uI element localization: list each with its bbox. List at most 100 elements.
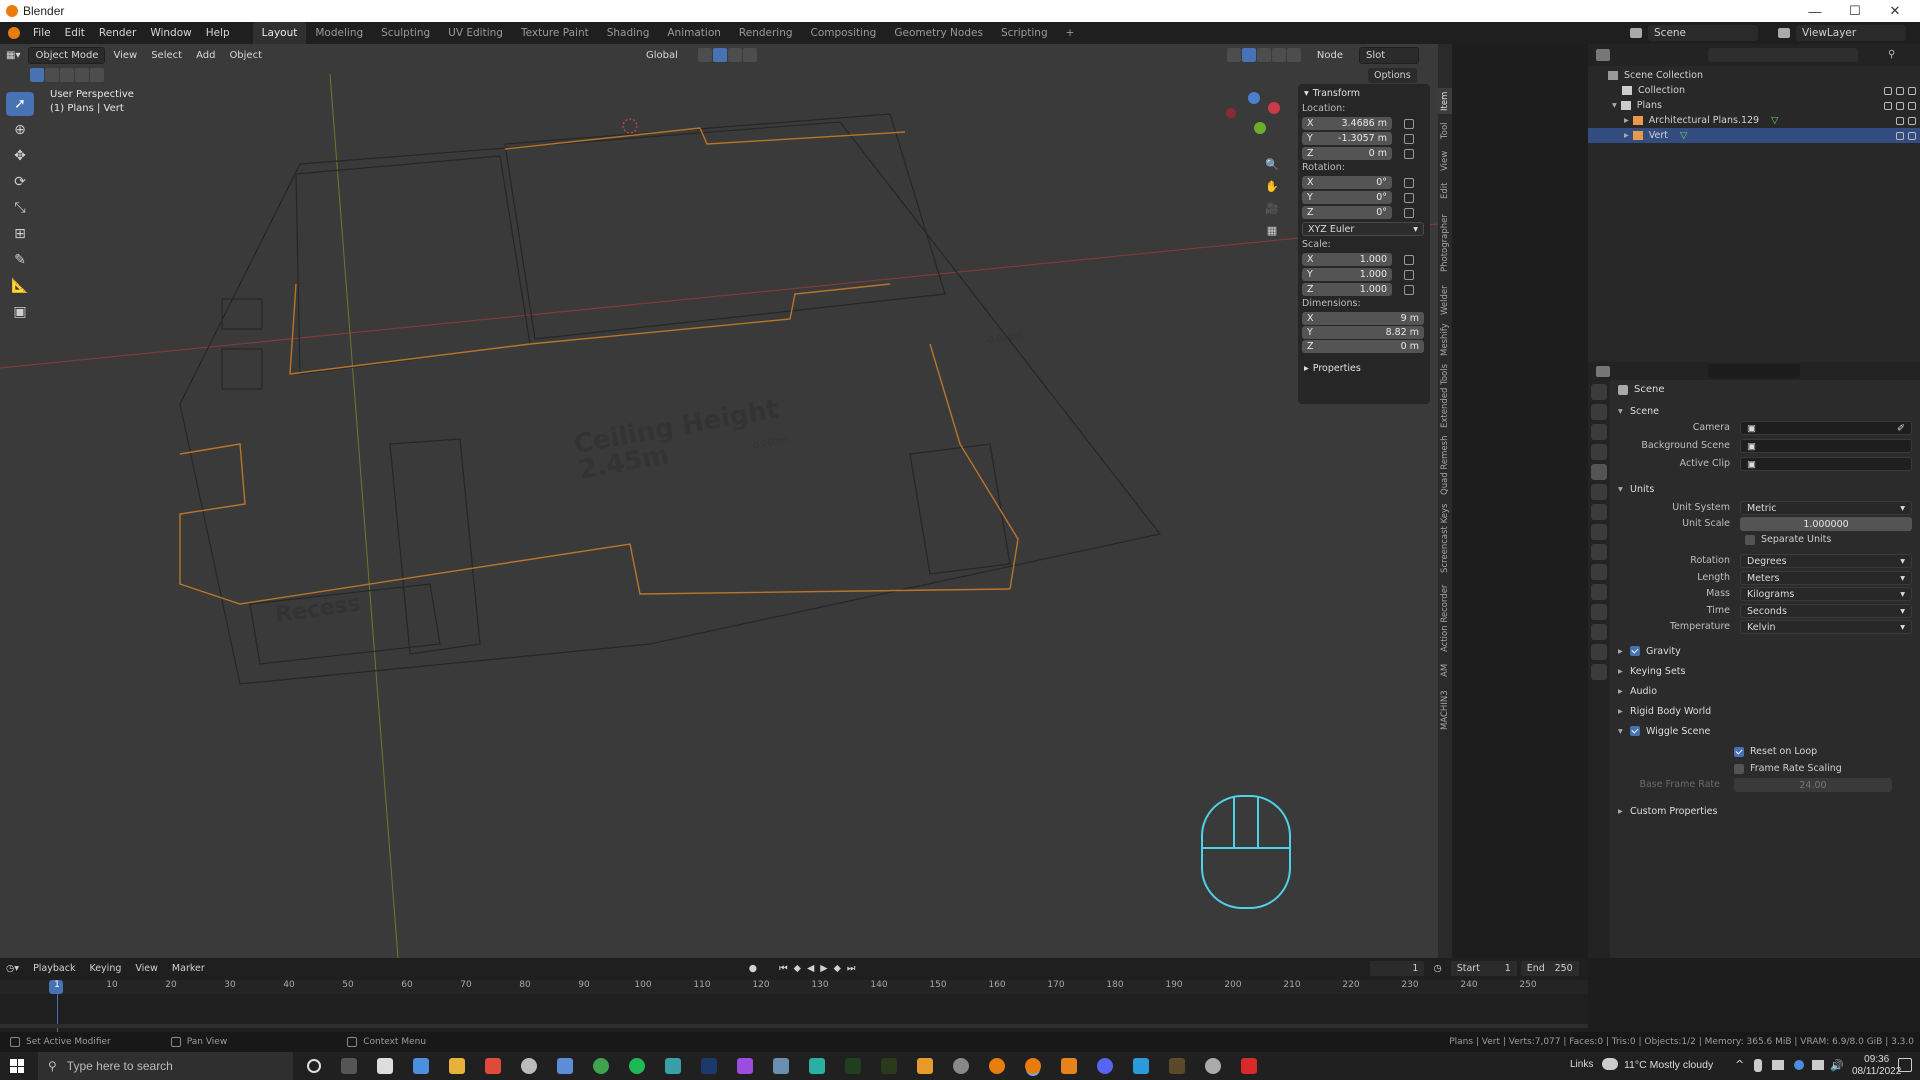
wiggle-scene-panel-header[interactable]: ▾ Wiggle Scene	[1618, 722, 1914, 740]
tab-extended-tools[interactable]: Extended Tools	[1438, 362, 1452, 430]
app-icon-hex[interactable]	[773, 1058, 789, 1074]
vlc-icon[interactable]	[1061, 1058, 1077, 1074]
menu-window[interactable]: Window	[143, 22, 198, 44]
app-icon-clock[interactable]	[521, 1058, 537, 1074]
preview-range-icon[interactable]: ◷	[1427, 961, 1447, 976]
texture-props-icon[interactable]	[1591, 664, 1607, 680]
tab-meshify[interactable]: Meshify	[1438, 322, 1452, 358]
filter-icon[interactable]: ⚲	[1888, 49, 1895, 60]
cursor-tool-icon[interactable]: ⊕	[6, 118, 34, 142]
weather-text[interactable]: 11°C Mostly cloudy	[1624, 1059, 1713, 1071]
scene-collection-row[interactable]: Scene Collection	[1588, 68, 1920, 83]
shading-modes[interactable]	[1226, 48, 1301, 62]
physics-props-icon[interactable]	[1591, 584, 1607, 600]
lock-icon[interactable]	[1404, 133, 1414, 144]
3d-cursor[interactable]	[622, 118, 638, 134]
tab-texture-paint[interactable]: Texture Paint	[512, 22, 598, 44]
tab-geometry-nodes[interactable]: Geometry Nodes	[885, 22, 992, 44]
collection-props-icon[interactable]	[1591, 504, 1607, 520]
spotify-icon[interactable]	[629, 1058, 645, 1074]
app-icon-cube[interactable]	[917, 1058, 933, 1074]
tool-props-icon[interactable]	[1591, 384, 1607, 400]
rotate-tool-icon[interactable]: ⟳	[6, 170, 34, 194]
affinity-icon[interactable]	[737, 1058, 753, 1074]
volume-icon[interactable]: 🔊	[1830, 1059, 1844, 1072]
rotation-mode-dropdown[interactable]: XYZ Euler ▾	[1302, 222, 1424, 236]
active-clip-field[interactable]: ▣	[1740, 457, 1912, 471]
end-frame-field[interactable]: End 250	[1519, 959, 1580, 977]
view-layer-selector[interactable]: ViewLayer	[1796, 25, 1906, 41]
rigid-body-world-panel-header[interactable]: ▸ Rigid Body World	[1618, 702, 1914, 720]
timeline-scrollbar[interactable]	[0, 1024, 1588, 1028]
y-axis-gizmo-icon[interactable]	[1254, 122, 1266, 134]
background-scene-field[interactable]: ▣	[1740, 439, 1912, 453]
tab-compositing[interactable]: Compositing	[802, 22, 886, 44]
tab-photographer[interactable]: Photographer	[1438, 208, 1452, 278]
scene-selector[interactable]: Scene	[1648, 25, 1758, 41]
task-view-icon[interactable]	[341, 1058, 357, 1074]
length-units-dropdown[interactable]: Meters ▾	[1740, 571, 1912, 585]
eye-icon[interactable]	[1896, 131, 1904, 140]
tab-view[interactable]: View	[1438, 148, 1452, 174]
discord-icon[interactable]	[1097, 1058, 1113, 1074]
zoom-icon[interactable]: 🔍	[1262, 154, 1282, 174]
file-explorer-icon[interactable]	[449, 1058, 465, 1074]
bluetooth-icon[interactable]	[1794, 1060, 1804, 1070]
gravity-panel-header[interactable]: ▸ Gravity	[1618, 642, 1914, 660]
lock-icon[interactable]	[1404, 118, 1414, 129]
tray-chevron-icon[interactable]: ^	[1735, 1058, 1744, 1071]
calculator-icon[interactable]	[413, 1058, 429, 1074]
photoshop-icon[interactable]	[701, 1058, 717, 1074]
rotation-units-dropdown[interactable]: Degrees ▾	[1740, 554, 1912, 568]
outliner-row-architectural-plans[interactable]: ▸ Architectural Plans.129 ▽	[1588, 113, 1920, 128]
time-units-dropdown[interactable]: Seconds ▾	[1740, 604, 1912, 618]
scale-y-field[interactable]: Y 1.000	[1302, 268, 1392, 281]
custom-properties-panel-header[interactable]: ▸ Custom Properties	[1618, 802, 1914, 820]
chrome-icon[interactable]	[593, 1058, 609, 1074]
outliner-row-vert[interactable]: ▸ Vert ▽	[1588, 128, 1920, 143]
menu-file[interactable]: File	[26, 22, 58, 44]
units-panel-header[interactable]: ▾ Units	[1618, 480, 1914, 498]
particles-props-icon[interactable]	[1591, 564, 1607, 580]
tab-modeling[interactable]: Modeling	[306, 22, 372, 44]
app-icon-3[interactable]	[809, 1058, 825, 1074]
marker-menu[interactable]: Marker	[166, 961, 211, 976]
unit-scale-field[interactable]: 1.000000	[1740, 517, 1912, 531]
designer-icon[interactable]	[845, 1058, 861, 1074]
transform-header[interactable]: ▾ Transform	[1298, 84, 1430, 102]
app-icon-c[interactable]	[1133, 1058, 1149, 1074]
select-mode-buttons[interactable]	[30, 68, 104, 82]
scale-z-field[interactable]: Z 1.000	[1302, 283, 1392, 296]
app-icon-settings[interactable]	[953, 1058, 969, 1074]
camera-field[interactable]: ▣ ✐	[1740, 421, 1912, 435]
jump-end-icon[interactable]: ⏭	[845, 961, 858, 976]
options-dropdown[interactable]: Options	[1368, 68, 1417, 83]
tab-animation[interactable]: Animation	[658, 22, 730, 44]
tab-scripting[interactable]: Scripting	[992, 22, 1057, 44]
properties-header[interactable]: ▸ Properties	[1298, 359, 1430, 377]
tab-edit[interactable]: Edit	[1438, 178, 1452, 204]
eye-icon[interactable]	[1896, 86, 1904, 95]
scene-panel-header[interactable]: ▾ Scene	[1618, 402, 1914, 420]
tab-rendering[interactable]: Rendering	[730, 22, 802, 44]
windows-start-icon[interactable]	[10, 1059, 24, 1073]
tab-screencast-keys[interactable]: Screencast Keys	[1438, 500, 1452, 576]
world-props-icon[interactable]	[1591, 484, 1607, 500]
keying-menu[interactable]: Keying	[83, 961, 127, 976]
unit-system-dropdown[interactable]: Metric ▾	[1740, 501, 1912, 515]
tab-sculpting[interactable]: Sculpting	[372, 22, 439, 44]
keying-sets-panel-header[interactable]: ▸ Keying Sets	[1618, 662, 1914, 680]
outliner-editor-icon[interactable]	[1596, 49, 1610, 61]
3d-viewport[interactable]: Ceiling Height 2.45m Recess -0.000m -0.0…	[0, 44, 1438, 958]
jump-key-back-icon[interactable]: ◆	[792, 961, 803, 976]
wiggle-scene-checkbox[interactable]	[1630, 726, 1640, 736]
cortana-icon[interactable]	[307, 1059, 321, 1073]
camera-icon[interactable]	[1908, 101, 1916, 110]
playback-menu[interactable]: Playback	[27, 961, 81, 976]
add-menu[interactable]: Add	[190, 48, 221, 63]
object-menu[interactable]: Object	[223, 48, 268, 63]
lock-icon[interactable]	[1404, 148, 1414, 159]
painter-icon[interactable]	[881, 1058, 897, 1074]
notifications-icon[interactable]	[1898, 1058, 1912, 1072]
tab-action-recorder[interactable]: Action Recorder	[1438, 580, 1452, 656]
